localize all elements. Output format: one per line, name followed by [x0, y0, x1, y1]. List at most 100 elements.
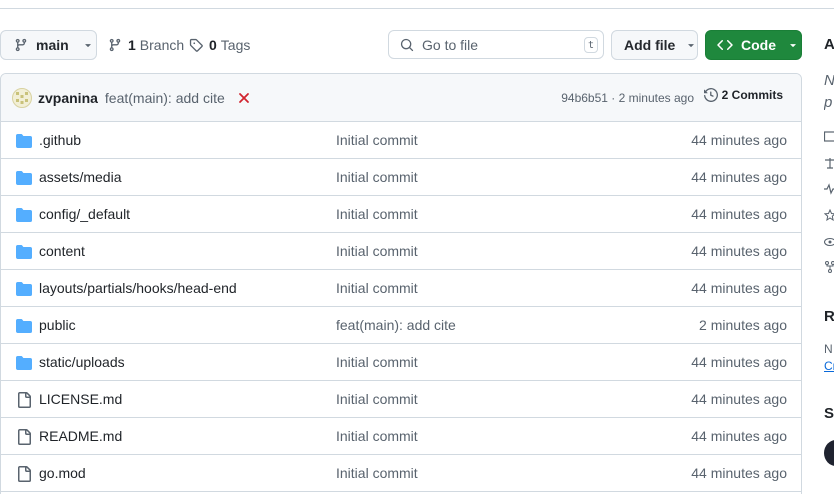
- commit-hash-time[interactable]: 94b6b51 · 2 minutes ago: [561, 91, 694, 105]
- file-icon: [16, 466, 32, 482]
- file-name-link[interactable]: config/_default: [39, 206, 130, 222]
- license-scale-icon[interactable]: [824, 157, 834, 169]
- row-commit-time: 44 minutes ago: [691, 243, 787, 259]
- add-file-button[interactable]: Add file: [611, 30, 698, 60]
- latest-commit-bar: zvpanina feat(main): add cite 94b6b51 · …: [1, 74, 801, 122]
- row-commit-message[interactable]: Initial commit: [336, 243, 418, 259]
- folder-icon: [16, 244, 32, 260]
- row-commit-time: 44 minutes ago: [691, 354, 787, 370]
- go-to-file-input[interactable]: [422, 36, 572, 53]
- chevron-down-icon: [83, 40, 93, 50]
- file-name-link[interactable]: .github: [39, 132, 81, 148]
- tag-word: Tags: [220, 37, 251, 53]
- row-commit-time: 44 minutes ago: [691, 280, 787, 296]
- table-row[interactable]: LICENSE.md Initial commit 44 minutes ago: [1, 381, 801, 418]
- tags-link[interactable]: 0 Tags: [189, 30, 250, 60]
- folder-icon: [16, 355, 32, 371]
- commit-author[interactable]: zvpanina: [38, 90, 98, 106]
- shortcut-hint: t: [584, 37, 598, 53]
- history-icon: [703, 88, 718, 102]
- code-label: Code: [741, 37, 776, 53]
- fork-icon[interactable]: [824, 261, 834, 273]
- file-name-link[interactable]: assets/media: [39, 169, 121, 185]
- file-name-link[interactable]: layouts/partials/hooks/head-end: [39, 280, 237, 296]
- code-button[interactable]: Code: [705, 30, 802, 60]
- add-file-label: Add file: [624, 37, 676, 53]
- row-commit-time: 44 minutes ago: [691, 391, 787, 407]
- row-commit-message[interactable]: Initial commit: [336, 354, 418, 370]
- header-divider: [0, 8, 834, 9]
- folder-icon: [16, 133, 32, 149]
- eye-icon[interactable]: [824, 236, 834, 248]
- go-to-file-box[interactable]: t: [388, 30, 604, 59]
- row-commit-message[interactable]: Initial commit: [336, 465, 418, 481]
- row-commit-time: 44 minutes ago: [691, 428, 787, 444]
- branch-count: 1: [128, 37, 136, 53]
- row-commit-message[interactable]: Initial commit: [336, 280, 418, 296]
- no-description-text-2: p: [824, 94, 833, 111]
- commits-link[interactable]: 2 Commits: [703, 88, 783, 102]
- row-commit-message[interactable]: Initial commit: [336, 169, 418, 185]
- commit-message[interactable]: feat(main): add cite: [105, 90, 225, 106]
- file-name-link[interactable]: go.mod: [39, 465, 86, 481]
- tag-count: 0: [209, 37, 217, 53]
- branch-selector-button[interactable]: main: [0, 30, 97, 60]
- search-icon: [400, 38, 414, 52]
- git-branch-icon: [108, 38, 122, 52]
- file-name-link[interactable]: static/uploads: [39, 354, 125, 370]
- file-name-link[interactable]: content: [39, 243, 85, 259]
- row-commit-message[interactable]: Initial commit: [336, 132, 418, 148]
- check-failed-icon[interactable]: [238, 92, 250, 104]
- star-icon[interactable]: [824, 209, 834, 221]
- avatar[interactable]: [12, 87, 32, 108]
- file-name-link[interactable]: LICENSE.md: [39, 391, 122, 407]
- row-commit-message[interactable]: Initial commit: [336, 428, 418, 444]
- about-sidebar: A N p R N Cr S: [824, 0, 834, 494]
- row-commit-time: 44 minutes ago: [691, 206, 787, 222]
- releases-text: N: [824, 342, 833, 356]
- table-row[interactable]: assets/media Initial commit 44 minutes ago: [1, 159, 801, 196]
- folder-icon: [16, 207, 32, 223]
- row-commit-time: 44 minutes ago: [691, 132, 787, 148]
- row-commit-time: 44 minutes ago: [691, 465, 787, 481]
- activity-pulse-icon[interactable]: [824, 183, 834, 195]
- releases-heading: R: [824, 308, 834, 325]
- file-table: zvpanina feat(main): add cite 94b6b51 · …: [0, 73, 802, 494]
- table-row[interactable]: content Initial commit 44 minutes ago: [1, 233, 801, 270]
- row-commit-message[interactable]: Initial commit: [336, 391, 418, 407]
- table-row[interactable]: static/uploads Initial commit 44 minutes a…: [1, 344, 801, 381]
- row-commit-time: 44 minutes ago: [691, 169, 787, 185]
- table-row[interactable]: .github Initial commit 44 minutes ago: [1, 122, 801, 159]
- no-description-text: N: [824, 72, 834, 89]
- folder-icon: [16, 318, 32, 334]
- readme-icon[interactable]: [824, 131, 834, 143]
- row-commit-message[interactable]: Initial commit: [336, 206, 418, 222]
- code-icon: [717, 37, 733, 53]
- git-branch-icon: [14, 38, 28, 52]
- sponsors-heading: S: [824, 405, 834, 422]
- about-heading: A: [824, 36, 834, 53]
- folder-icon: [16, 170, 32, 186]
- chevron-down-icon: [686, 40, 696, 50]
- file-name-link[interactable]: README.md: [39, 428, 122, 444]
- create-release-link[interactable]: Cr: [824, 359, 834, 373]
- folder-icon: [16, 281, 32, 297]
- table-row[interactable]: config/_default Initial commit 44 minutes …: [1, 196, 801, 233]
- file-icon: [16, 429, 32, 445]
- branch-word: Branch: [139, 37, 185, 53]
- tag-icon: [189, 38, 203, 52]
- table-row[interactable]: public feat(main): add cite 2 minutes ago: [1, 307, 801, 344]
- avatar[interactable]: [824, 440, 834, 466]
- commits-count-label: 2 Commits: [721, 88, 783, 102]
- chevron-down-icon: [788, 40, 798, 50]
- table-row[interactable]: go.mod Initial commit 44 minutes ago: [1, 455, 801, 492]
- branch-name: main: [36, 37, 69, 53]
- file-name-link[interactable]: public: [39, 317, 76, 333]
- file-icon: [16, 392, 32, 408]
- row-commit-time: 2 minutes ago: [699, 317, 787, 333]
- row-commit-message[interactable]: feat(main): add cite: [336, 317, 456, 333]
- branches-link[interactable]: 1 Branch: [108, 30, 184, 60]
- table-row[interactable]: layouts/partials/hooks/head-end Initial c…: [1, 270, 801, 307]
- file-list: .github Initial commit 44 minutes ago asset…: [1, 122, 801, 492]
- table-row[interactable]: README.md Initial commit 44 minutes ago: [1, 418, 801, 455]
